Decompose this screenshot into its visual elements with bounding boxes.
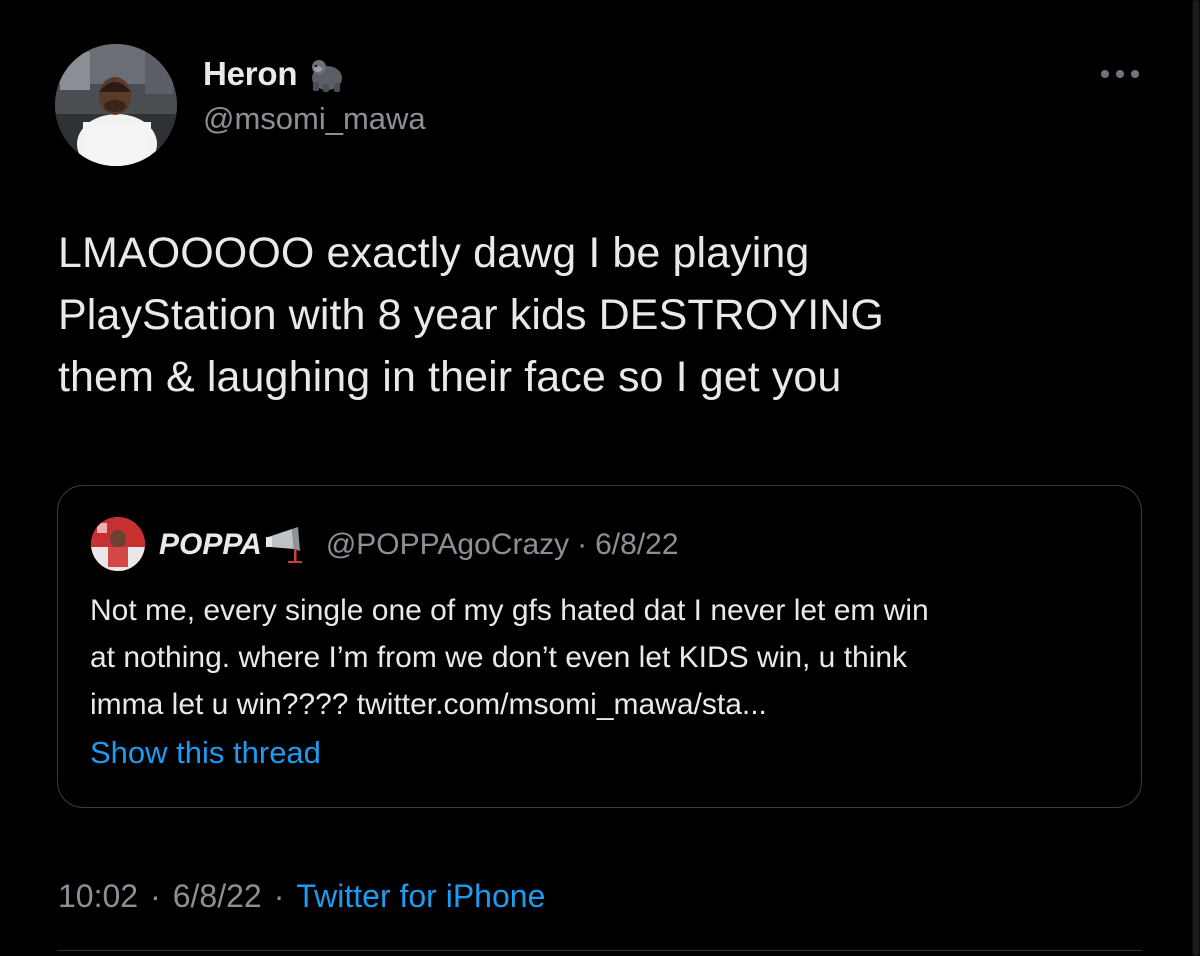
tweet-meta: 10:02 · 6/8/22 · Twitter for iPhone xyxy=(58,874,545,918)
quoted-text-line: at nothing. where I’m from we don’t even… xyxy=(90,641,908,674)
quoted-separator: · xyxy=(577,528,588,561)
quoted-author-avatar[interactable] xyxy=(91,517,145,571)
tweet-text-line: them & laughing in their face so I get y… xyxy=(58,353,842,401)
quoted-text-line: Not me, every single one of my gfs hated… xyxy=(90,594,929,627)
author-display-name[interactable]: Heron xyxy=(203,55,298,93)
quoted-text-line: imma let u win???? twitter.com/msomi_maw… xyxy=(90,688,767,721)
gorilla-icon xyxy=(307,56,347,92)
tweet-text-line: LMAOOOOO exactly dawg I be playing xyxy=(58,229,810,277)
tweet-date[interactable]: 6/8/22 xyxy=(173,878,262,915)
quoted-tweet-text: Not me, every single one of my gfs hated… xyxy=(90,587,1130,728)
scrollbar[interactable] xyxy=(1192,0,1200,956)
tweet-time[interactable]: 10:02 xyxy=(58,878,138,915)
quoted-date[interactable]: 6/8/22 xyxy=(595,528,678,562)
quoted-handle[interactable]: @POPPAgoCrazy xyxy=(326,528,569,562)
author-avatar[interactable] xyxy=(55,44,177,166)
quoted-tweet-header: POPPA @POPPAgoCrazy · 6/8/22 xyxy=(159,523,679,567)
more-horizontal-icon xyxy=(1101,70,1139,78)
author-handle[interactable]: @msomi_mawa xyxy=(203,101,426,137)
megaphone-icon xyxy=(264,525,306,565)
avatar-photo xyxy=(55,44,177,166)
tweet-text: LMAOOOOO exactly dawg I be playing PlayS… xyxy=(58,222,1158,408)
divider xyxy=(57,950,1142,951)
meta-separator: · xyxy=(150,877,161,914)
tweet-text-line: PlayStation with 8 year kids DESTROYING xyxy=(58,291,884,339)
show-thread-link[interactable]: Show this thread xyxy=(90,735,321,771)
meta-separator: · xyxy=(273,877,285,914)
more-options-button[interactable] xyxy=(1094,56,1146,92)
author-name-row[interactable]: Heron xyxy=(203,52,347,96)
quoted-display-name[interactable]: POPPA xyxy=(159,528,262,562)
scrollbar-thumb[interactable] xyxy=(1193,0,1199,956)
quoted-avatar-photo xyxy=(91,517,145,571)
quoted-tweet-card[interactable]: POPPA @POPPAgoCrazy · 6/8/22 Not me, eve… xyxy=(57,485,1142,808)
tweet-source-link[interactable]: Twitter for iPhone xyxy=(296,878,545,915)
